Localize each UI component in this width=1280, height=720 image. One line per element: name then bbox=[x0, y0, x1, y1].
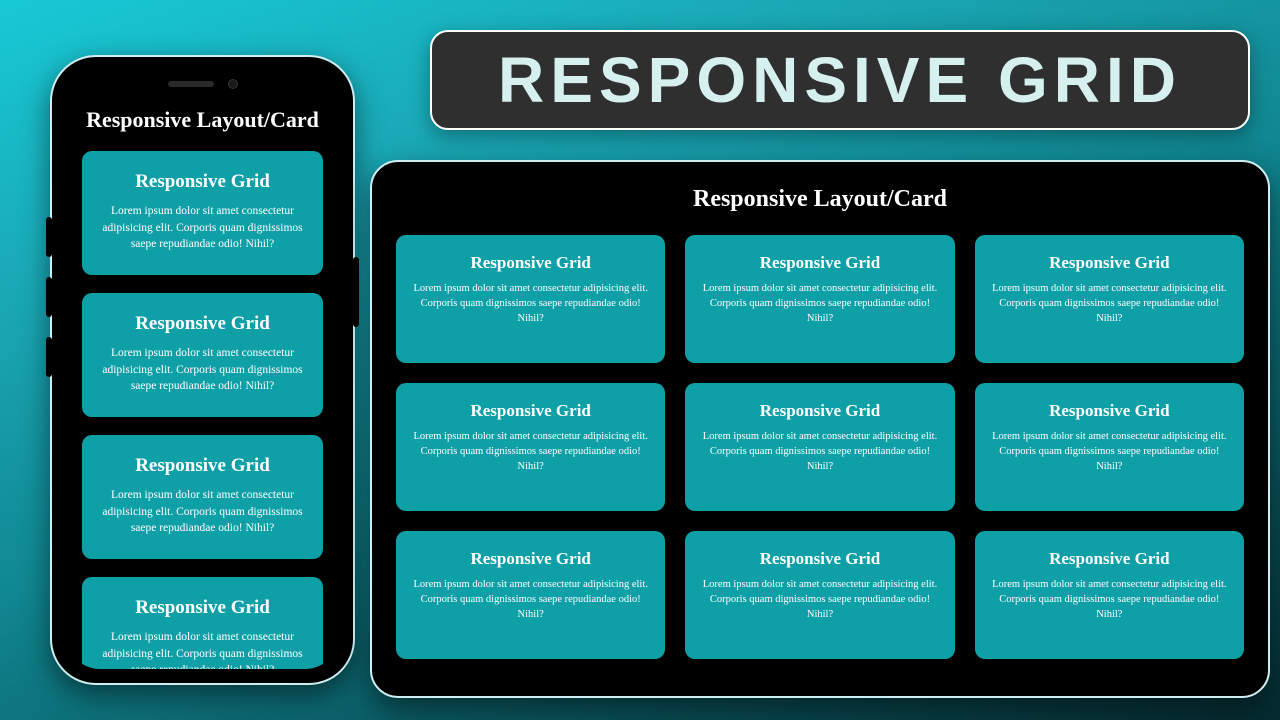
card-body: Lorem ipsum dolor sit amet consectetur a… bbox=[96, 345, 309, 395]
card-title: Responsive Grid bbox=[989, 401, 1230, 421]
card-title: Responsive Grid bbox=[410, 549, 651, 569]
camera-icon bbox=[228, 79, 238, 89]
tablet-card-grid: Responsive Grid Lorem ipsum dolor sit am… bbox=[396, 235, 1244, 659]
card: Responsive Grid Lorem ipsum dolor sit am… bbox=[82, 293, 323, 417]
phone-screen: Responsive Layout/Card Responsive Grid L… bbox=[66, 71, 339, 669]
card-title: Responsive Grid bbox=[699, 549, 940, 569]
card-title: Responsive Grid bbox=[96, 171, 309, 193]
title-badge-text: RESPONSIVE GRID bbox=[498, 43, 1182, 117]
card-body: Lorem ipsum dolor sit amet consectetur a… bbox=[410, 577, 651, 623]
card-body: Lorem ipsum dolor sit amet consectetur a… bbox=[989, 429, 1230, 475]
card-title: Responsive Grid bbox=[989, 253, 1230, 273]
speaker-icon bbox=[168, 81, 214, 87]
card: Responsive Grid Lorem ipsum dolor sit am… bbox=[685, 383, 954, 511]
card: Responsive Grid Lorem ipsum dolor sit am… bbox=[975, 383, 1244, 511]
card-title: Responsive Grid bbox=[699, 253, 940, 273]
card-title: Responsive Grid bbox=[410, 253, 651, 273]
card-title: Responsive Grid bbox=[96, 597, 309, 619]
card-title: Responsive Grid bbox=[96, 455, 309, 477]
card-body: Lorem ipsum dolor sit amet consectetur a… bbox=[699, 429, 940, 475]
title-badge: RESPONSIVE GRID bbox=[430, 30, 1250, 130]
card-body: Lorem ipsum dolor sit amet consectetur a… bbox=[96, 203, 309, 253]
card: Responsive Grid Lorem ipsum dolor sit am… bbox=[82, 151, 323, 275]
card-body: Lorem ipsum dolor sit amet consectetur a… bbox=[989, 577, 1230, 623]
tablet-heading: Responsive Layout/Card bbox=[396, 186, 1244, 213]
card: Responsive Grid Lorem ipsum dolor sit am… bbox=[685, 235, 954, 363]
card-body: Lorem ipsum dolor sit amet consectetur a… bbox=[96, 629, 309, 669]
phone-notch bbox=[133, 71, 273, 97]
card-title: Responsive Grid bbox=[699, 401, 940, 421]
card-body: Lorem ipsum dolor sit amet consectetur a… bbox=[410, 281, 651, 327]
card-body: Lorem ipsum dolor sit amet consectetur a… bbox=[699, 281, 940, 327]
card: Responsive Grid Lorem ipsum dolor sit am… bbox=[396, 383, 665, 511]
phone-mockup: Responsive Layout/Card Responsive Grid L… bbox=[50, 55, 355, 685]
card: Responsive Grid Lorem ipsum dolor sit am… bbox=[396, 235, 665, 363]
card-body: Lorem ipsum dolor sit amet consectetur a… bbox=[96, 487, 309, 537]
card-title: Responsive Grid bbox=[989, 549, 1230, 569]
card: Responsive Grid Lorem ipsum dolor sit am… bbox=[685, 531, 954, 659]
card: Responsive Grid Lorem ipsum dolor sit am… bbox=[396, 531, 665, 659]
tablet-mockup: Responsive Layout/Card Responsive Grid L… bbox=[370, 160, 1270, 698]
phone-heading: Responsive Layout/Card bbox=[82, 107, 323, 133]
card-body: Lorem ipsum dolor sit amet consectetur a… bbox=[699, 577, 940, 623]
phone-card-list: Responsive Grid Lorem ipsum dolor sit am… bbox=[82, 151, 323, 621]
card: Responsive Grid Lorem ipsum dolor sit am… bbox=[975, 235, 1244, 363]
card: Responsive Grid Lorem ipsum dolor sit am… bbox=[975, 531, 1244, 659]
card: Responsive Grid Lorem ipsum dolor sit am… bbox=[82, 577, 323, 669]
card-title: Responsive Grid bbox=[410, 401, 651, 421]
card-body: Lorem ipsum dolor sit amet consectetur a… bbox=[989, 281, 1230, 327]
card-title: Responsive Grid bbox=[96, 313, 309, 335]
card-body: Lorem ipsum dolor sit amet consectetur a… bbox=[410, 429, 651, 475]
card: Responsive Grid Lorem ipsum dolor sit am… bbox=[82, 435, 323, 559]
